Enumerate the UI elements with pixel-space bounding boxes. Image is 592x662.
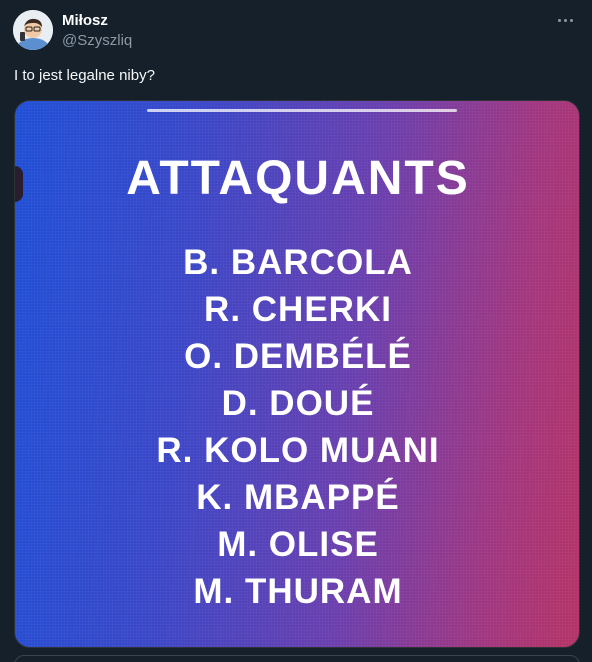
more-options-icon[interactable] <box>550 8 580 32</box>
avatar[interactable] <box>13 10 53 50</box>
player-name: B. BARCOLA <box>183 243 413 282</box>
next-card-edge <box>14 655 580 662</box>
tweet-text: I to jest legalne niby? <box>14 67 155 84</box>
dot <box>563 18 567 22</box>
tweet-media-image[interactable]: ATTAQUANTS B. BARCOLA R. CHERKI O. DEMBÉ… <box>14 100 580 648</box>
player-name: K. MBAPPÉ <box>196 478 400 517</box>
poster-title: ATTAQUANTS <box>126 152 470 205</box>
decorative-line <box>147 109 457 112</box>
author-handle[interactable]: @Szyszliq <box>62 31 132 51</box>
player-name: R. KOLO MUANI <box>156 431 440 470</box>
player-name: D. DOUÉ <box>221 384 375 423</box>
player-name: M. THURAM <box>193 572 403 611</box>
player-name: M. OLISE <box>217 525 379 564</box>
player-name: O. DEMBÉLÉ <box>184 337 412 376</box>
dot <box>557 18 561 22</box>
tweet: Miłosz @Szyszliq I to jest legalne niby?… <box>0 0 592 662</box>
author-display-name[interactable]: Miłosz <box>62 12 132 30</box>
cartoon-avatar-icon <box>13 10 53 50</box>
player-list: B. BARCOLA R. CHERKI O. DEMBÉLÉ D. DOUÉ … <box>15 239 579 615</box>
player-name: R. CHERKI <box>204 290 392 329</box>
dot <box>569 18 573 22</box>
author-info: Miłosz @Szyszliq <box>62 12 132 51</box>
